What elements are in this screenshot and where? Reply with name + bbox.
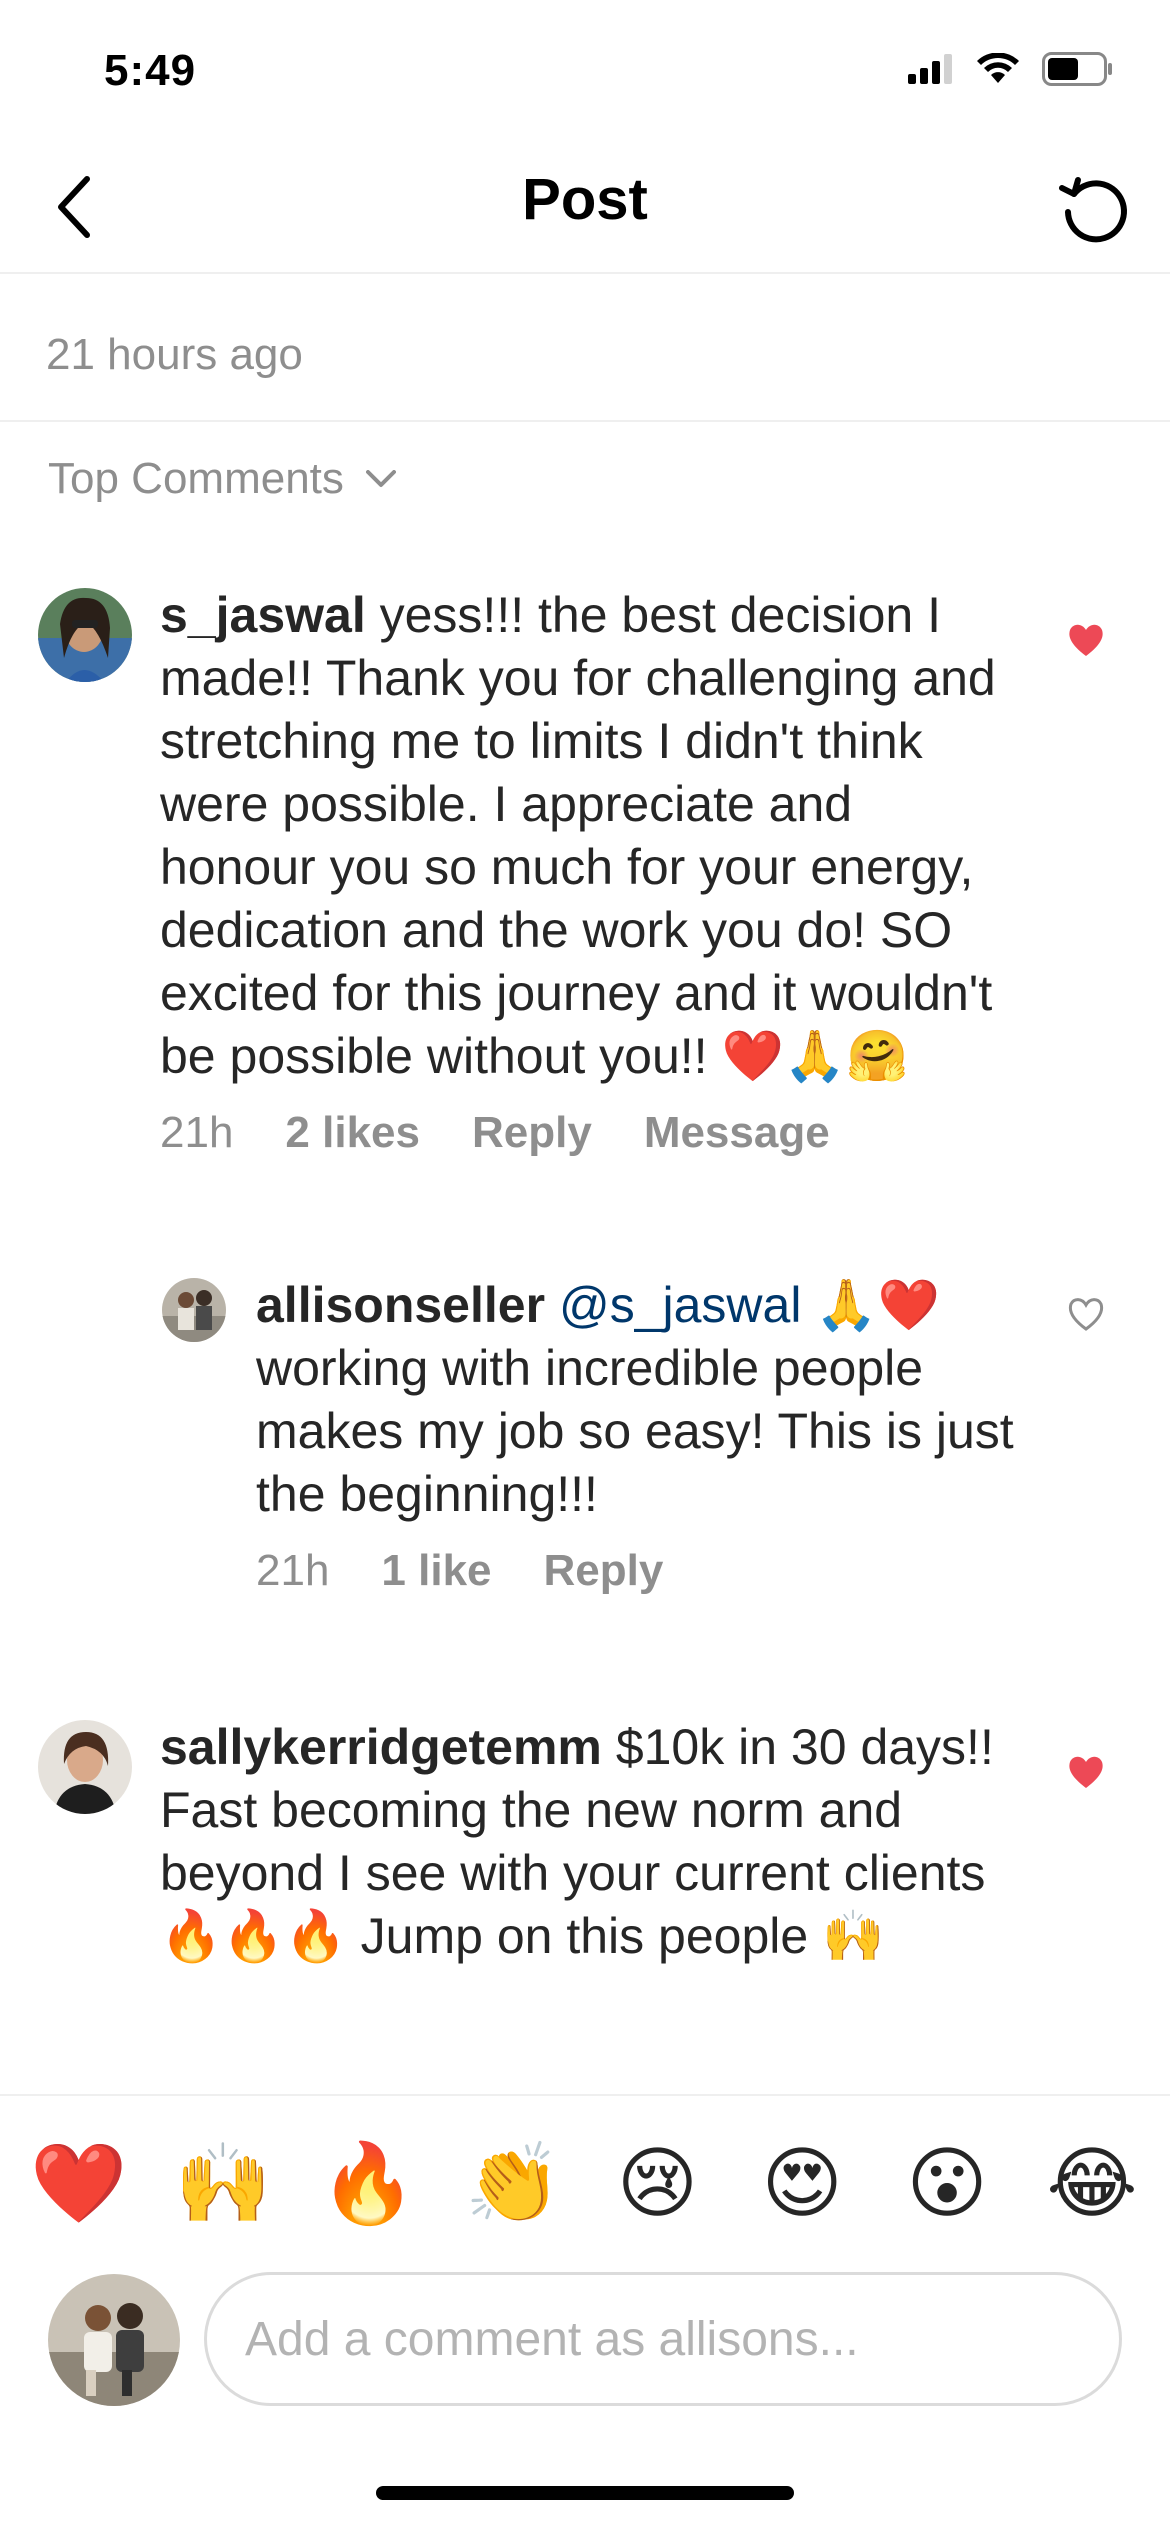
status-time: 5:49 — [104, 46, 197, 95]
comment-item: sallykerridgetemm $10k in 30 days!! Fast… — [0, 1710, 1170, 2094]
wifi-icon — [977, 53, 1019, 83]
avatar[interactable] — [38, 588, 132, 682]
avatar — [48, 2274, 180, 2406]
nav-bar: Post — [0, 140, 1170, 274]
emoji-heart-eyes-button[interactable]: 😍 — [754, 2136, 850, 2232]
sort-comments-dropdown[interactable]: Top Comments — [48, 454, 396, 504]
reply-item: allisonseller @s_jaswal 🙏❤️ working with… — [0, 1230, 1170, 1710]
comment-body: s_jaswal yess!!! the best decision I mad… — [160, 584, 1010, 1088]
post-timestamp: 21 hours ago — [46, 330, 303, 379]
avatar[interactable] — [162, 1278, 226, 1342]
chevron-down-icon — [365, 470, 396, 487]
comment-meta: 21h 2 likes Reply Message — [160, 1108, 1010, 1158]
heart-filled-icon[interactable] — [1066, 1752, 1106, 1792]
emoji-surprised-button[interactable]: 😮 — [899, 2136, 995, 2232]
battery-icon — [1042, 52, 1112, 86]
comment-item: s_jaswal yess!!! the best decision I mad… — [0, 560, 1170, 1230]
signal-icon — [908, 54, 952, 84]
home-indicator[interactable] — [376, 2486, 794, 2500]
emoji-heart-button[interactable]: ❤️ — [30, 2136, 127, 2232]
emoji-quick-bar: ❤️ 🙌 🔥 👏 😢 😍 😮 😂 — [0, 2094, 1170, 2244]
emoji-laugh-button[interactable]: 😂 — [1044, 2136, 1140, 2232]
comment-input[interactable] — [204, 2272, 1122, 2406]
comment-username[interactable]: allisonseller — [256, 1277, 545, 1333]
comment-username[interactable]: s_jaswal — [160, 587, 366, 643]
sort-label: Top Comments — [48, 454, 344, 503]
divider — [0, 420, 1170, 422]
status-icons — [908, 52, 1114, 86]
comment-body: sallykerridgetemm $10k in 30 days!! Fast… — [160, 1716, 1010, 1968]
comments-list[interactable]: s_jaswal yess!!! the best decision I mad… — [0, 560, 1170, 2094]
comment-likes[interactable]: 2 likes — [285, 1108, 420, 1158]
message-button[interactable]: Message — [644, 1108, 830, 1158]
refresh-icon — [1059, 177, 1127, 243]
reply-button[interactable]: Reply — [472, 1108, 592, 1158]
reply-button[interactable]: Reply — [544, 1546, 664, 1596]
heart-filled-icon[interactable] — [1066, 620, 1106, 660]
emoji-cry-button[interactable]: 😢 — [609, 2136, 705, 2232]
refresh-button[interactable] — [1046, 160, 1142, 256]
comment-body: allisonseller @s_jaswal 🙏❤️ working with… — [256, 1274, 1016, 1526]
comment-username[interactable]: sallykerridgetemm — [160, 1719, 602, 1775]
status-bar: 5:49 — [0, 0, 1170, 140]
emoji-clap-button[interactable]: 👏 — [465, 2136, 562, 2232]
heart-outline-icon[interactable] — [1066, 1294, 1106, 1334]
mention-link[interactable]: @s_jaswal — [559, 1277, 802, 1333]
avatar[interactable] — [38, 1720, 132, 1814]
emoji-raised-hands-button[interactable]: 🙌 — [175, 2136, 272, 2232]
comment-text: yess!!! the best decision I made!! Thank… — [160, 587, 996, 1084]
comment-likes[interactable]: 1 like — [381, 1546, 491, 1596]
comment-meta: 21h 1 like Reply — [256, 1546, 1016, 1596]
comment-time: 21h — [160, 1108, 234, 1157]
page-title: Post — [522, 167, 648, 232]
comment-time: 21h — [256, 1546, 330, 1595]
emoji-fire-button[interactable]: 🔥 — [320, 2136, 417, 2232]
comment-composer — [0, 2244, 1170, 2444]
